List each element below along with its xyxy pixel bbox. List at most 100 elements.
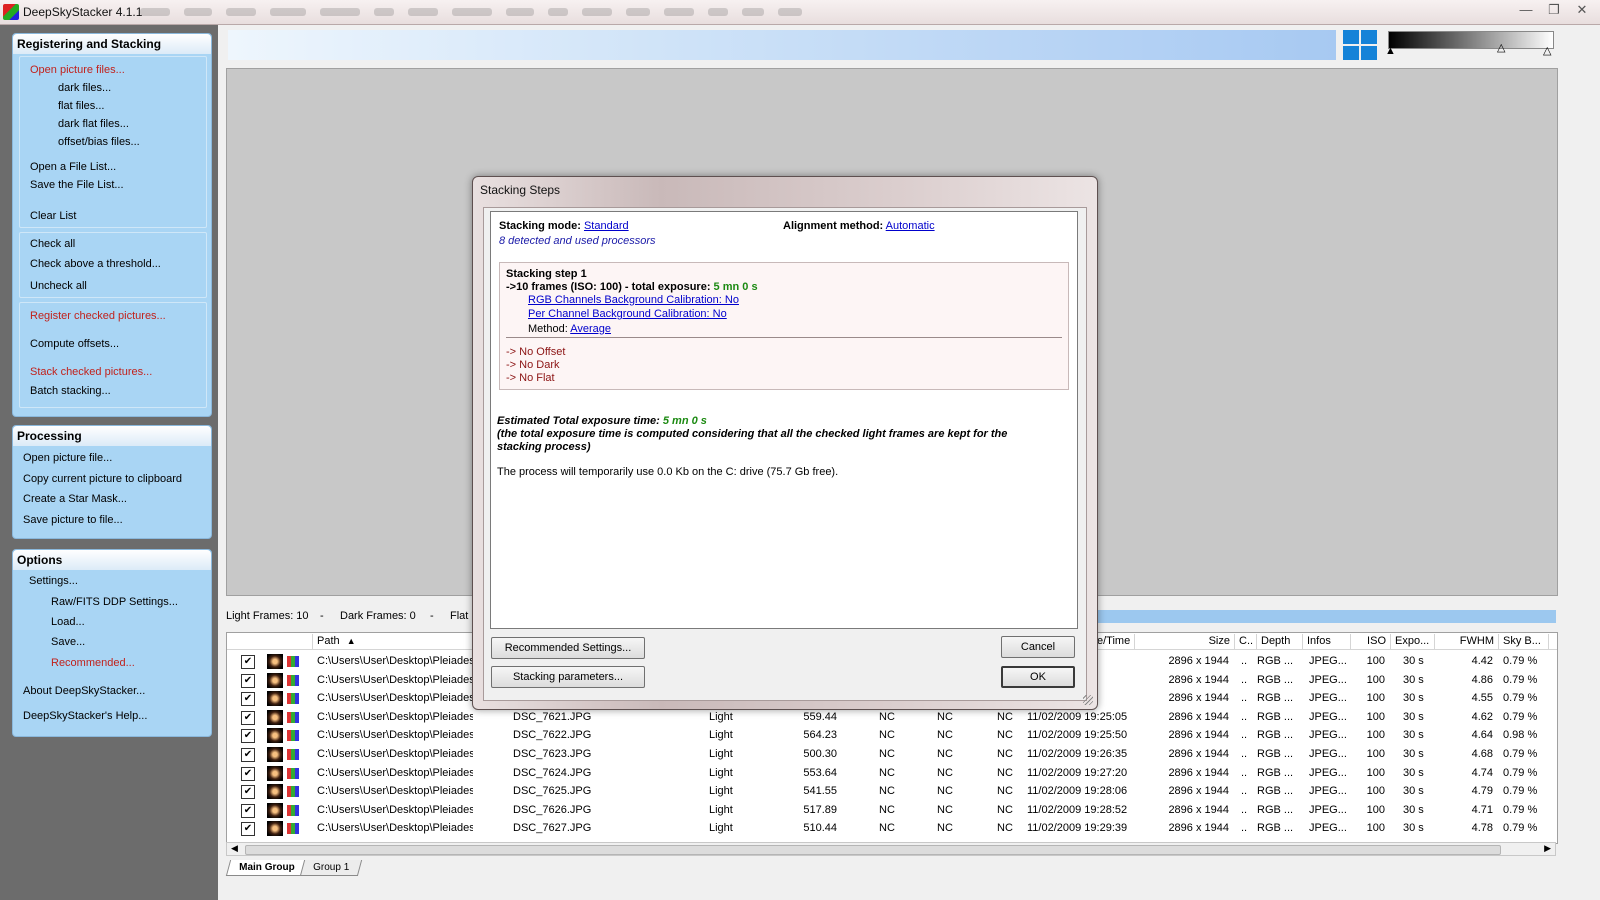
cell-dx: NC [879,822,895,835]
column-header-fwhm[interactable]: FWHM [1435,634,1499,649]
column-header-c[interactable]: C.. [1235,634,1257,649]
alignment-method-link[interactable]: Automatic [886,220,935,232]
stacking-step-box: Stacking step 1 ->10 frames (ISO: 100) -… [499,262,1069,390]
uncheck-all-link[interactable]: Uncheck all [30,280,87,292]
about-link[interactable]: About DeepSkyStacker... [23,685,145,697]
tab-group-1[interactable]: Group 1 [299,860,362,876]
cell-depth: RGB ... [1257,785,1294,798]
cell-file: DSC_7624.JPG [513,766,592,779]
check-all-link[interactable]: Check all [30,238,75,250]
column-header-size[interactable]: Size [1135,634,1235,649]
row-checkbox[interactable]: ✔ [241,785,255,800]
row-checkbox[interactable]: ✔ [241,692,255,707]
dark-flat-files-link[interactable]: dark flat files... [58,118,129,130]
cell-angle: NC [997,766,1013,779]
column-header-sky-background[interactable]: Sky B... [1499,634,1549,649]
cell-fwhm: 4.62 [1471,710,1493,723]
cell-expo: 30 s [1403,748,1424,760]
offset-bias-files-link[interactable]: offset/bias files... [58,136,140,148]
row-checkbox[interactable]: ✔ [241,748,255,762]
register-checked-link[interactable]: Register checked pictures... [30,310,166,322]
cell-dx: NC [879,748,895,760]
flat-files-link[interactable]: flat files... [58,100,104,112]
stack-checked-link[interactable]: Stack checked pictures... [30,366,152,378]
save-picture-link[interactable]: Save picture to file... [23,514,123,526]
open-file-list-link[interactable]: Open a File List... [30,161,116,173]
batch-stacking-link[interactable]: Batch stacking... [30,385,111,397]
check-above-threshold-link[interactable]: Check above a threshold... [30,258,161,270]
cell-fwhm: 4.74 [1471,766,1493,779]
row-checkbox[interactable]: ✔ [241,710,255,725]
save-settings-link[interactable]: Save... [51,636,85,648]
load-settings-link[interactable]: Load... [51,616,85,628]
ok-button[interactable]: OK [1001,666,1075,688]
create-star-mask-link[interactable]: Create a Star Mask... [23,493,127,505]
cell-angle: NC [997,803,1013,816]
settings-link[interactable]: Settings... [29,575,78,587]
cell-dy: NC [937,785,953,798]
per-channel-calibration-link[interactable]: Per Channel Background Calibration: No [528,308,727,320]
cell-skyb: 0.79 % [1503,748,1538,760]
row-checkbox[interactable]: ✔ [241,729,255,744]
method-link[interactable]: Average [570,323,611,335]
stacking-parameters-button[interactable]: Stacking parameters... [491,666,645,688]
recommended-settings-button[interactable]: Recommended Settings... [491,637,645,659]
scroll-left-icon[interactable]: ◀ [231,843,238,854]
white-point-handle-icon[interactable]: △ [1543,46,1551,57]
restore-icon[interactable]: ❐ [1542,1,1566,19]
column-header-exposure[interactable]: Expo... [1391,634,1435,649]
compute-offsets-link[interactable]: Compute offsets... [30,338,119,350]
table-row[interactable]: ✔ C:\Users\User\Desktop\Pleiades\ DSC_7622… [227,727,1557,745]
cancel-button[interactable]: Cancel [1001,636,1075,658]
cell-infos: JPEG... [1309,729,1347,742]
row-checkbox[interactable]: ✔ [241,766,255,781]
cell-file: DSC_7622.JPG [513,729,592,742]
rgb-calibration-link[interactable]: RGB Channels Background Calibration: No [528,294,739,306]
row-checkbox[interactable]: ✔ [241,655,255,669]
clear-list-link[interactable]: Clear List [30,210,76,222]
scrollbar-thumb[interactable] [245,845,1501,855]
column-header-depth[interactable]: Depth [1257,634,1303,649]
close-icon[interactable]: ✕ [1570,1,1594,19]
stacking-mode-link[interactable]: Standard [584,220,629,232]
scroll-right-icon[interactable]: ▶ [1544,843,1551,854]
cell-expo: 30 s [1403,655,1424,667]
levels-gradient[interactable] [1388,31,1554,49]
horizontal-scrollbar[interactable]: ◀ ▶ [226,842,1556,856]
column-header-datetime[interactable]: e/Time [1093,634,1135,649]
midpoint-handle-icon[interactable]: △ [1497,43,1505,54]
cell-dx: NC [879,785,895,798]
stacking-panel: Register checked pictures... Compute off… [19,302,207,408]
path-header-label: Path [317,635,340,647]
open-picture-file-link[interactable]: Open picture file... [23,452,112,464]
exposure-note-line-1: (the total exposure time is computed con… [497,428,1008,440]
recommended-settings-link[interactable]: Recommended... [51,657,135,669]
open-picture-files-link[interactable]: Open picture files... [30,64,125,76]
save-file-list-link[interactable]: Save the File List... [30,179,124,191]
column-header-infos[interactable]: Infos [1303,634,1351,649]
dark-files-link[interactable]: dark files... [58,82,111,94]
table-row[interactable]: ✔ C:\Users\User\Desktop\Pleiades\ DSC_7627… [227,820,1557,838]
cell-iso: 100 [1366,822,1385,835]
copy-to-clipboard-link[interactable]: Copy current picture to clipboard [23,473,182,485]
row-checkbox[interactable]: ✔ [241,803,255,818]
column-header-check[interactable] [227,634,313,649]
column-header-iso[interactable]: ISO [1351,634,1391,649]
row-checkbox[interactable]: ✔ [241,673,255,688]
cell-size: 2896 x 1944 [1168,655,1229,667]
row-checkbox[interactable]: ✔ [241,822,255,837]
cell-size: 2896 x 1944 [1168,692,1229,705]
table-row[interactable]: ✔ C:\Users\User\Desktop\Pleiades\ DSC_7621… [227,709,1557,727]
help-link[interactable]: DeepSkyStacker's Help... [23,710,147,722]
table-row[interactable]: ✔ C:\Users\User\Desktop\Pleiades\ DSC_7626… [227,802,1557,820]
black-point-handle-icon[interactable]: ▲ [1385,46,1396,57]
cell-c: .. [1241,729,1248,742]
resize-grip-icon[interactable] [1083,695,1093,705]
table-row[interactable]: ✔ C:\Users\User\Desktop\Pleiades\ DSC_7624… [227,765,1557,783]
minimize-icon[interactable]: — [1514,1,1538,19]
table-row[interactable]: ✔ C:\Users\User\Desktop\Pleiades\ DSC_7623… [227,746,1557,764]
table-row[interactable]: ✔ C:\Users\User\Desktop\Pleiades\ DSC_7625… [227,783,1557,801]
tab-main-group[interactable]: Main Group [225,860,308,876]
raw-fits-settings-link[interactable]: Raw/FITS DDP Settings... [51,596,178,608]
processing-group: Processing Open picture file... Copy cur… [12,425,212,539]
